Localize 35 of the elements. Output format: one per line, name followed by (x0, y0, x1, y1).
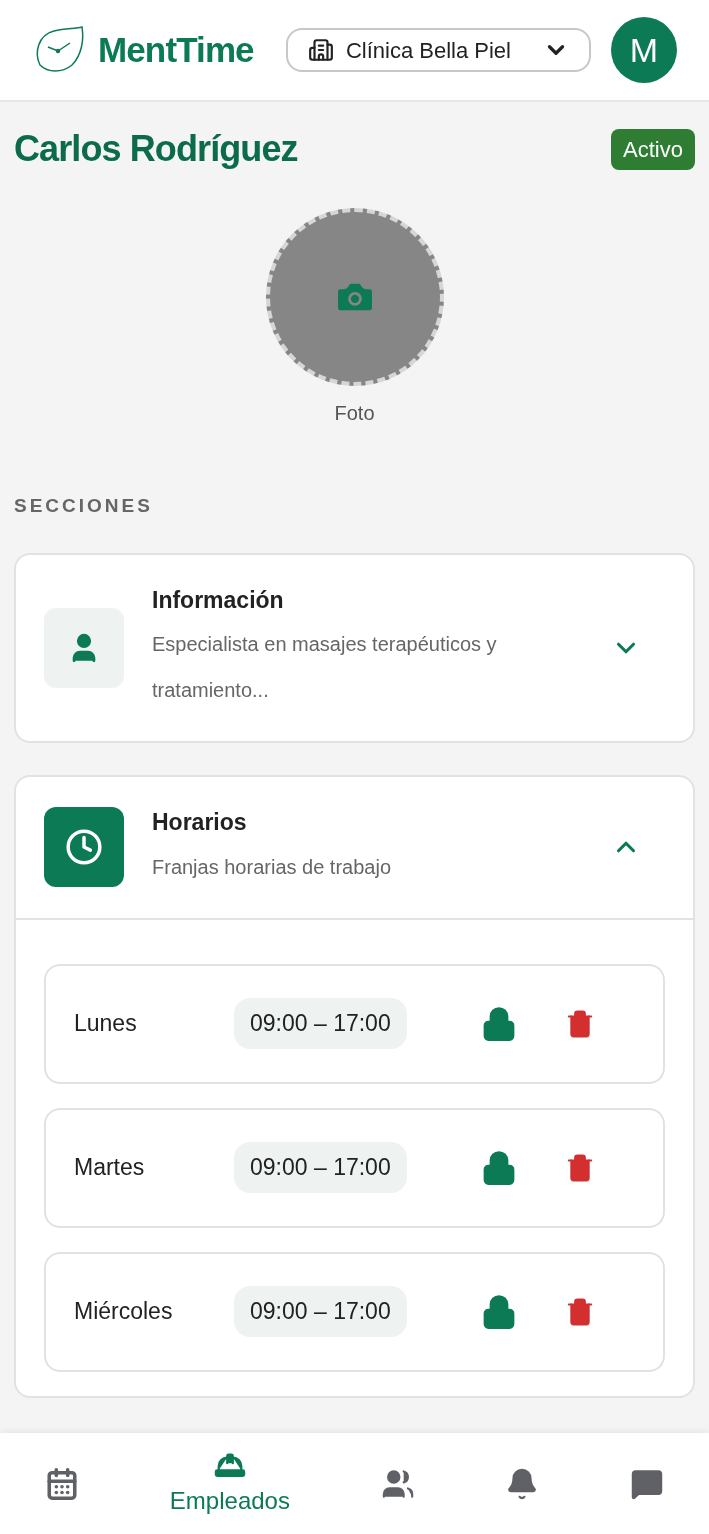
employee-name: Carlos Rodríguez (14, 127, 298, 171)
delete-button[interactable] (565, 1152, 595, 1183)
lock-icon (481, 1005, 517, 1042)
day-label: Martes (74, 1153, 146, 1183)
section-subtitle: Franjas horarias de trabajo (152, 854, 392, 880)
status-badge: Activo (611, 128, 695, 170)
section-header[interactable]: Horarios Franjas horarias de trabajo (16, 777, 693, 920)
time-range: 09:00 – 17:00 (234, 998, 407, 1049)
section-subtitle: Especialista en masajes terapéuticos y tratamiento... (152, 632, 498, 703)
section-title: Información (152, 585, 285, 615)
lock-button[interactable] (481, 1149, 517, 1186)
delete-button[interactable] (565, 1008, 595, 1039)
lock-button[interactable] (481, 1293, 517, 1330)
day-label: Miércoles (74, 1297, 174, 1327)
sections-heading: SECCIONES (14, 494, 154, 518)
lock-icon (481, 1149, 517, 1186)
nav-tab[interactable]: Empleados (153, 1433, 306, 1534)
trash-icon (565, 1152, 595, 1183)
building-icon (307, 37, 334, 63)
trash-icon (565, 1008, 595, 1039)
calendar-icon (45, 1466, 80, 1501)
delete-button[interactable] (565, 1296, 595, 1327)
trash-icon (565, 1296, 595, 1327)
section-title: Horarios (152, 808, 248, 837)
clinic-selector[interactable]: Clínica Bella Piel (285, 28, 591, 72)
lock-icon (481, 1293, 517, 1330)
clock-icon (65, 828, 103, 867)
lock-button[interactable] (481, 1005, 517, 1042)
day-label: Lunes (74, 1009, 138, 1039)
section-header[interactable]: Información Especialista en masajes terapéuticos y tratamiento... (16, 554, 693, 741)
photo-label: Foto (334, 401, 375, 426)
user-avatar[interactable]: M (611, 17, 677, 83)
time-range: 09:00 – 17:00 (234, 1286, 407, 1337)
brand-name: MentTime (98, 28, 254, 71)
time-range: 09:00 – 17:00 (234, 1142, 407, 1193)
